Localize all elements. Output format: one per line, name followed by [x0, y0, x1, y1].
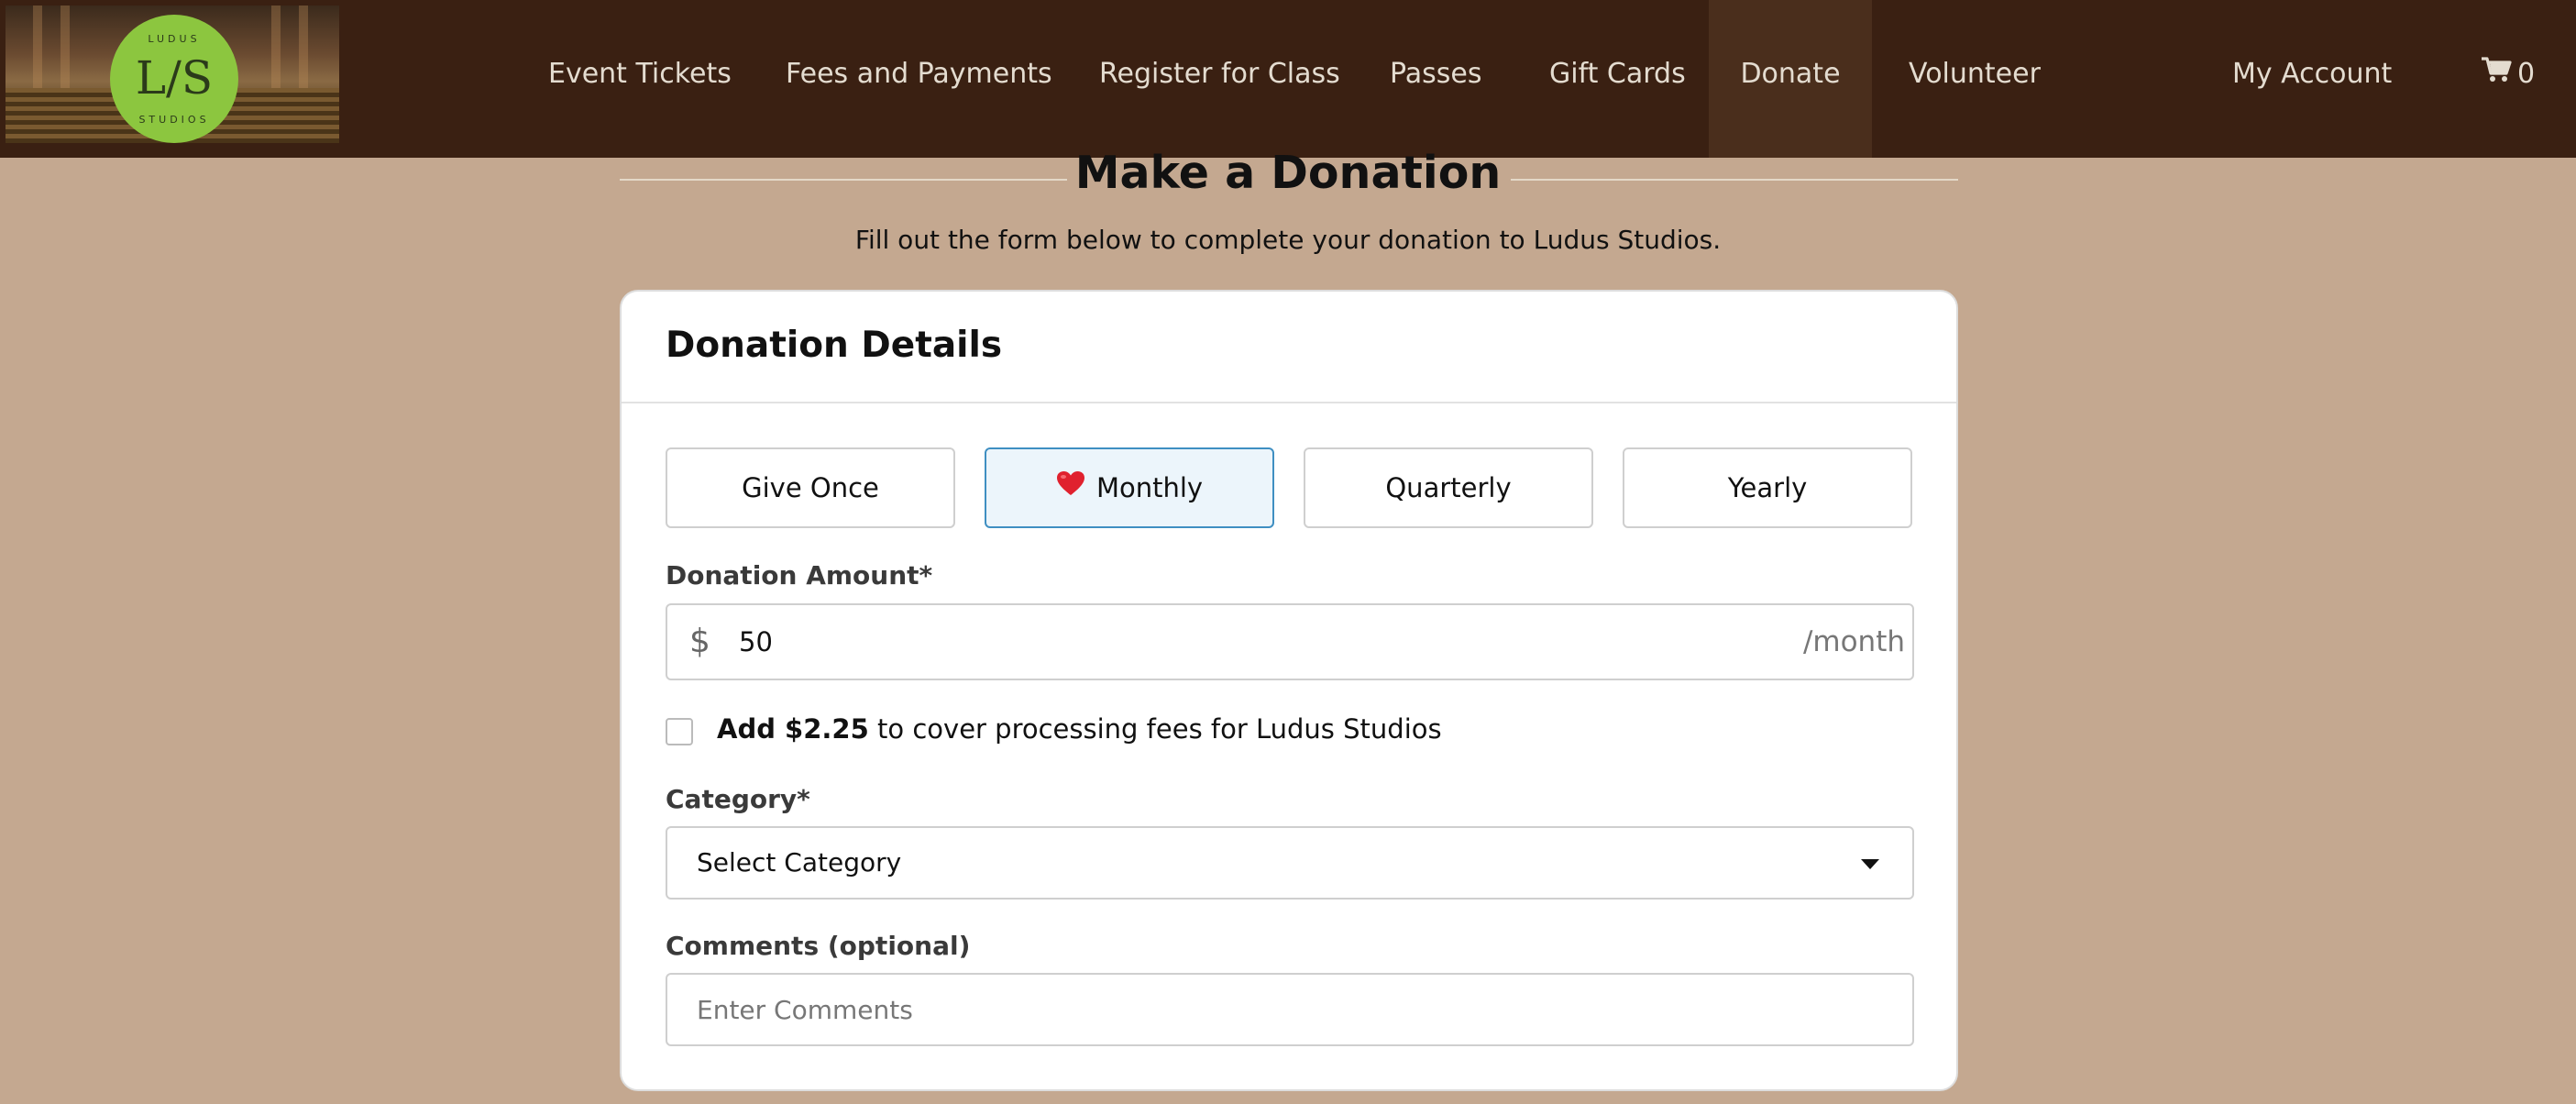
page-title: Make a Donation	[1074, 147, 1502, 199]
frequency-monthly-button[interactable]: Monthly	[985, 447, 1274, 528]
card-header: Donation Details	[622, 292, 1956, 403]
currency-symbol: $	[689, 623, 710, 660]
donation-amount-input[interactable]	[739, 614, 1656, 669]
heart-icon	[1056, 448, 1085, 525]
nav-fees-and-payments[interactable]: Fees and Payments	[786, 0, 1052, 158]
page-subtitle: Fill out the form below to complete your…	[854, 225, 1722, 255]
logo-bottom-text: STUDIOS	[138, 114, 210, 126]
nav-gift-cards[interactable]: Gift Cards	[1549, 0, 1686, 158]
logo-top-text: LUDUS	[148, 33, 201, 45]
title-divider-left	[620, 179, 1067, 181]
category-select[interactable]: Select Category	[666, 826, 1914, 900]
frequency-label: Yearly	[1727, 472, 1808, 503]
nav-passes[interactable]: Passes	[1390, 0, 1481, 158]
processing-fee-checkbox[interactable]	[666, 718, 693, 745]
nav-event-tickets[interactable]: Event Tickets	[548, 0, 732, 158]
nav-my-account[interactable]: My Account	[2232, 0, 2392, 158]
donation-amount-label: Donation Amount*	[666, 560, 933, 591]
comments-label: Comments (optional)	[666, 931, 971, 961]
logo-badge: LUDUS L/S STUDIOS	[110, 15, 238, 143]
title-divider-right	[1511, 179, 1958, 181]
card-title: Donation Details	[666, 325, 1003, 366]
processing-fee-description: to cover processing fees for Ludus Studi…	[877, 713, 1442, 745]
frequency-label: Quarterly	[1385, 472, 1512, 503]
cart-count: 0	[2517, 58, 2536, 90]
frequency-label: Give Once	[742, 472, 879, 503]
processing-fee-amount: Add $2.25	[717, 713, 869, 745]
donation-details-card: Donation Details Give Once Monthly Quart…	[620, 290, 1958, 1091]
top-navigation: LUDUS L/S STUDIOS Event Tickets Fees and…	[0, 0, 2576, 158]
frequency-label: Monthly	[1095, 472, 1204, 503]
logo-mark: L/S	[135, 51, 214, 105]
comments-input[interactable]	[666, 973, 1914, 1046]
category-selected-value: Select Category	[697, 847, 902, 878]
amount-period-suffix: /month	[1802, 625, 1905, 658]
donation-amount-field: $ /month	[666, 603, 1914, 680]
processing-fee-label[interactable]: Add $2.25 to cover processing fees for L…	[717, 713, 1442, 745]
nav-volunteer[interactable]: Volunteer	[1909, 0, 2041, 158]
nav-register-for-class[interactable]: Register for Class	[1099, 0, 1340, 158]
frequency-quarterly-button[interactable]: Quarterly	[1304, 447, 1593, 528]
category-label: Category*	[666, 784, 810, 814]
shopping-cart-icon	[2481, 1, 2512, 149]
nav-donate[interactable]: Donate	[1709, 0, 1872, 158]
cart-link[interactable]: 0	[2481, 0, 2535, 158]
frequency-yearly-button[interactable]: Yearly	[1623, 447, 1912, 528]
frequency-give-once-button[interactable]: Give Once	[666, 447, 955, 528]
caret-down-icon	[1861, 859, 1879, 869]
site-logo[interactable]: LUDUS L/S STUDIOS	[6, 6, 339, 143]
